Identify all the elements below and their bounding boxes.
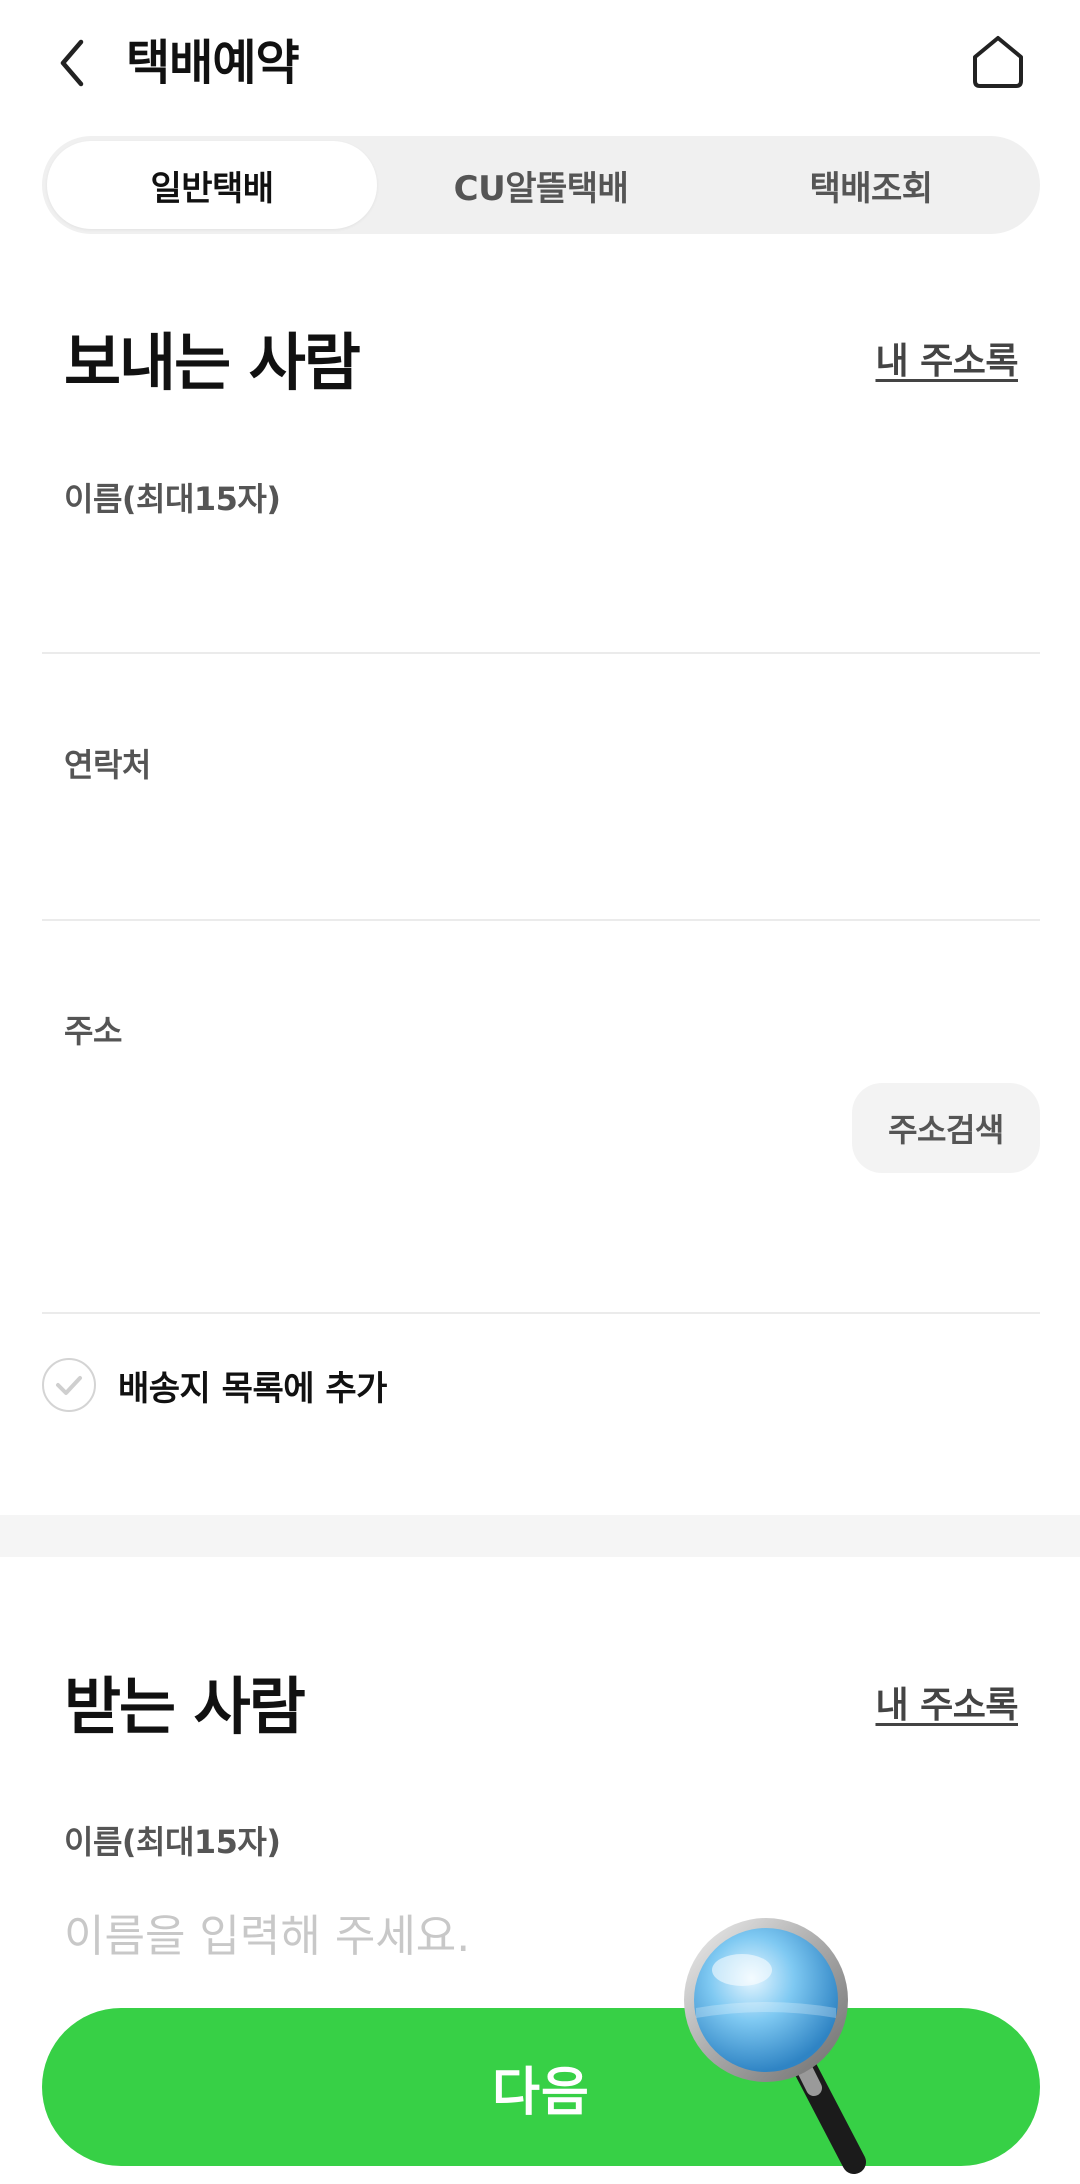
divider bbox=[42, 652, 1040, 654]
back-button[interactable] bbox=[42, 28, 102, 98]
app-header: 택배예약 bbox=[0, 0, 1080, 125]
chevron-left-icon bbox=[60, 39, 84, 87]
sender-phone-label: 연락처 bbox=[64, 746, 151, 784]
receiver-address-book-link[interactable]: 내 주소록 bbox=[875, 1676, 1018, 1728]
sender-address-label: 주소 bbox=[64, 1012, 122, 1050]
home-button[interactable] bbox=[966, 28, 1030, 96]
tab-cu-delivery[interactable]: CU알뜰택배 bbox=[376, 141, 706, 229]
section-separator bbox=[0, 1515, 1080, 1557]
receiver-name-label: 이름(최대15자) bbox=[64, 1823, 281, 1861]
tab-delivery-tracking[interactable]: 택배조회 bbox=[706, 141, 1036, 229]
delivery-type-tabs: 일반택배 CU알뜰택배 택배조회 bbox=[42, 136, 1040, 234]
sender-phone-input[interactable] bbox=[64, 804, 1014, 876]
page-title: 택배예약 bbox=[126, 35, 300, 91]
check-circle[interactable] bbox=[42, 1358, 96, 1412]
divider bbox=[42, 1312, 1040, 1314]
add-to-address-list-label: 배송지 목록에 추가 bbox=[118, 1368, 387, 1409]
next-button[interactable]: 다음 bbox=[42, 2008, 1040, 2166]
add-to-address-list-checkbox[interactable]: 배송지 목록에 추가 bbox=[42, 1355, 387, 1415]
receiver-name-input[interactable] bbox=[64, 1900, 1014, 1972]
checkmark-icon bbox=[56, 1376, 82, 1395]
sender-section-title: 보내는 사람 bbox=[64, 326, 361, 399]
sender-address-book-link[interactable]: 내 주소록 bbox=[875, 332, 1018, 384]
home-icon bbox=[973, 36, 1023, 88]
tab-general-delivery[interactable]: 일반택배 bbox=[47, 141, 377, 229]
address-search-button[interactable]: 주소검색 bbox=[852, 1083, 1040, 1173]
divider bbox=[42, 919, 1040, 921]
receiver-section-title: 받는 사람 bbox=[64, 1670, 306, 1743]
sender-name-label: 이름(최대15자) bbox=[64, 480, 281, 518]
sender-name-input[interactable] bbox=[64, 536, 1014, 608]
